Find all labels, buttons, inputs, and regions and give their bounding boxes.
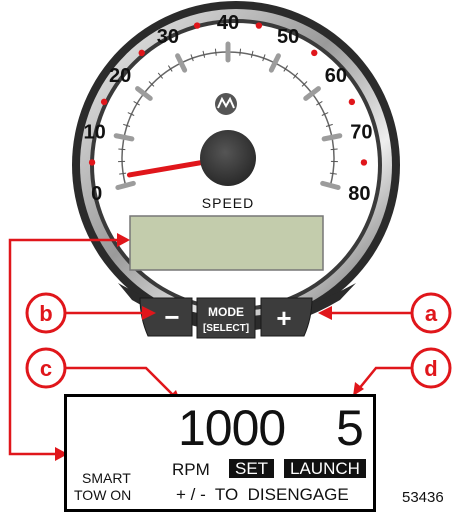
gauge-tick-label: 0 [91, 183, 102, 205]
gauge-tick-label: 50 [277, 26, 299, 48]
minus-button-label: − [164, 302, 179, 332]
gauge-major-tick [321, 133, 343, 142]
mode-button-label: MODE [208, 305, 244, 319]
gauge-red-dot [193, 22, 201, 29]
gauge-tick-label: 80 [348, 183, 370, 205]
callout-a: a [410, 292, 452, 334]
callout-d-label: d [424, 356, 437, 381]
callout-c: c [25, 347, 67, 389]
set-label: SET [229, 459, 275, 478]
disengage-instruction: + / - TO DISENGAGE [176, 485, 349, 504]
callout-c-label: c [40, 356, 52, 381]
launch-value: 5 [336, 400, 364, 456]
callout-b-label: b [39, 301, 52, 326]
gauge-tick-label: 20 [109, 65, 131, 87]
tow-on-label: TOW ON [74, 487, 132, 503]
gauge-red-dot [138, 49, 145, 57]
plus-button-label: + [276, 303, 291, 333]
select-button-label: [SELECT] [203, 323, 249, 334]
gauge-tick-label: 60 [325, 65, 347, 87]
mode-select-button[interactable]: MODE [SELECT] [196, 297, 256, 339]
callout-line-d [357, 366, 411, 391]
rpm-label: RPM [172, 460, 210, 479]
gauge-lcd-screen [129, 215, 324, 271]
smart-label: SMART [82, 470, 131, 486]
gauge-red-dot [360, 159, 368, 166]
gauge-tick-label: 10 [83, 121, 105, 143]
launch-label: LAUNCH [284, 459, 366, 478]
brand-logo [215, 93, 237, 115]
callout-d: d [410, 347, 452, 389]
gauge-red-dot [348, 98, 356, 106]
gauge-minor-tick [118, 148, 126, 151]
gauge-hub [200, 130, 256, 186]
gauge-minor-tick [330, 148, 338, 151]
gauge-red-dot [88, 159, 96, 166]
gauge-major-tick [113, 133, 135, 142]
gauge-unit-label: SPEED [202, 195, 254, 211]
rpm-value: 1000 [178, 400, 286, 456]
gauge-red-dot [100, 98, 108, 106]
plus-button[interactable]: + [260, 297, 313, 337]
gauge-red-dot [255, 22, 263, 29]
gauge-red-dot [311, 49, 318, 57]
callout-b: b [25, 292, 67, 334]
gauge-tick-label: 30 [157, 26, 179, 48]
gauge-tick-label: 40 [217, 12, 239, 34]
callout-a-label: a [425, 301, 438, 326]
gauge-tick-label: 70 [350, 121, 372, 143]
figure-id: 53436 [402, 489, 444, 506]
